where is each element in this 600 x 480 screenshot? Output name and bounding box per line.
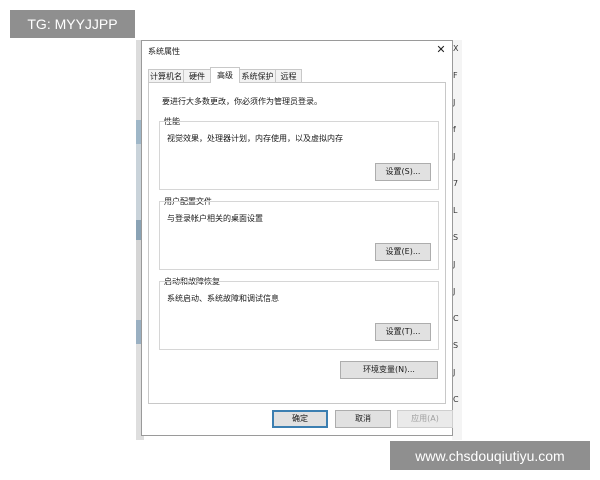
apply-button[interactable]: 应用(A) [397,410,453,428]
dialog-title: 系统属性 [148,47,180,56]
user-profiles-settings-button[interactable]: 设置(E)... [375,243,431,261]
watermark-top-left: TG: MYYJJPP [10,10,135,38]
cancel-button[interactable]: 取消 [335,410,391,428]
performance-group: 视觉效果，处理器计划，内存使用，以及虚拟内存 设置(S)... [159,121,439,190]
tab-computer-name[interactable]: 计算机名 [148,69,184,82]
startup-recovery-settings-button[interactable]: 设置(T)... [375,323,431,341]
background-glyph: C [453,314,459,323]
background-glyph: J [453,287,456,296]
background-glyph: X [453,44,459,53]
watermark-bottom-right: www.chsdouqiutiyu.com [390,441,590,470]
background-glyph: J [453,152,456,161]
performance-description: 视觉效果，处理器计划，内存使用，以及虚拟内存 [167,134,343,143]
startup-recovery-group: 系统启动、系统故障和调试信息 设置(T)... [159,281,439,350]
startup-recovery-description: 系统启动、系统故障和调试信息 [167,294,279,303]
admin-note: 要进行大多数更改，你必须作为管理员登录。 [162,97,322,106]
background-glyph: f [453,125,456,134]
tab-hardware[interactable]: 硬件 [183,69,211,82]
user-profiles-description: 与登录帐户相关的桌面设置 [167,214,263,223]
user-profiles-group: 与登录帐户相关的桌面设置 设置(E)... [159,201,439,270]
tab-advanced[interactable]: 高级 [210,67,240,83]
ok-button[interactable]: 确定 [272,410,328,428]
background-glyph: J [453,368,456,377]
system-properties-dialog: 系统属性 ✕ 计算机名 硬件 高级 系统保护 远程 要进行大多数更改，你必须作为… [141,40,453,436]
tab-system-protection[interactable]: 系统保护 [239,69,276,82]
title-bar[interactable]: 系统属性 ✕ [142,41,452,61]
background-glyph: S [453,233,459,242]
background-glyph: J [453,260,456,269]
background-glyph: 7 [453,179,459,188]
background-glyph: S [453,341,459,350]
tab-remote[interactable]: 远程 [275,69,302,82]
background-glyph: F [453,71,458,80]
background-window-right: X F Jf J 7 L S J J C S J C [452,40,462,440]
performance-settings-button[interactable]: 设置(S)... [375,163,431,181]
environment-variables-button[interactable]: 环境变量(N)... [340,361,438,379]
background-glyph: C [453,395,459,404]
advanced-tab-panel: 要进行大多数更改，你必须作为管理员登录。 性能 视觉效果，处理器计划，内存使用，… [148,82,446,404]
background-glyph: J [453,98,456,107]
background-glyph: L [453,206,458,215]
close-icon[interactable]: ✕ [434,43,448,57]
